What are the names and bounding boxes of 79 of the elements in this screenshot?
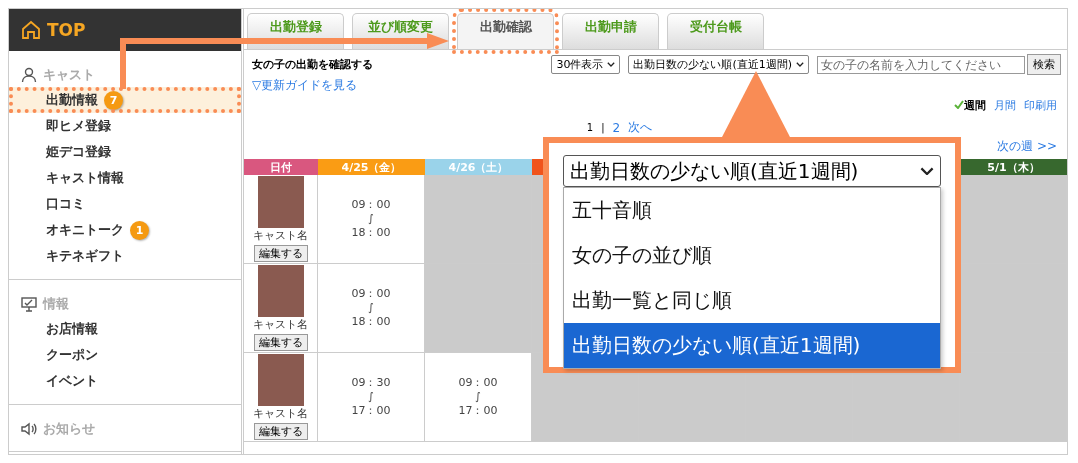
cast-name: キャスト名 <box>253 228 308 243</box>
sidebar-item[interactable]: クーポン <box>9 342 241 368</box>
column-header: 5/1（木） <box>960 159 1067 175</box>
per-page-select[interactable]: 30件表示 <box>551 55 621 74</box>
sidebar-item[interactable]: キテネギフト <box>9 243 241 269</box>
column-header: 4/25（金） <box>318 159 425 175</box>
end-time: 18：00 <box>351 315 391 330</box>
current-page: 1 <box>586 122 594 133</box>
sidebar-item[interactable]: 姫デコ登録 <box>9 139 241 165</box>
section-title: お知らせ <box>43 420 95 438</box>
sort-select[interactable]: 出勤日数の少ない順(直近1週間) <box>628 55 809 74</box>
view-link[interactable]: 印刷用 <box>1024 98 1057 113</box>
guide-link[interactable]: ▽更新ガイドを見る <box>252 77 358 94</box>
panel-title: 女の子の出勤を確認する <box>252 57 374 72</box>
edit-button[interactable]: 編集する <box>253 245 308 262</box>
page-separator: | <box>601 122 605 133</box>
search-field[interactable]: 女の子の名前を入力してください <box>817 55 1025 74</box>
edit-button[interactable]: 編集する <box>253 423 308 440</box>
next-week-link[interactable]: 次の週 >> <box>997 138 1057 155</box>
sidebar-item[interactable]: オキニトーク 1 <box>9 217 241 243</box>
sidebar-item-label: 出勤情報 <box>46 91 98 109</box>
dropdown-option[interactable]: 女の子の並び順 <box>564 233 940 278</box>
section-title: キャスト <box>43 66 95 84</box>
sidebar-item-label: キテネギフト <box>46 247 124 265</box>
home-label: TOP <box>47 20 86 40</box>
page-link[interactable]: 2 <box>612 120 621 135</box>
column-header: 4/26（土） <box>425 159 532 175</box>
dropdown-option[interactable]: 五十音順 <box>564 188 940 233</box>
caret-icon <box>607 62 616 67</box>
sidebar-item-label: 即ヒメ登録 <box>46 117 111 135</box>
search-button[interactable]: 検索 <box>1027 54 1061 75</box>
range-mark: ∫ <box>475 389 481 405</box>
dropdown-option[interactable]: 出勤一覧と同じ順 <box>564 278 940 323</box>
count-badge: 7 <box>104 90 123 110</box>
photo-placeholder <box>257 265 304 317</box>
sidebar-item[interactable]: 即ヒメ登録 <box>9 113 241 139</box>
end-time: 18：00 <box>351 226 391 241</box>
sidebar-item[interactable]: お店情報 <box>9 316 241 342</box>
start-time: 09：30 <box>351 375 391 390</box>
home-link[interactable]: TOP <box>9 9 241 51</box>
caret-icon <box>796 62 804 67</box>
speaker-icon <box>21 421 37 437</box>
end-time: 17：00 <box>458 404 498 419</box>
sidebar-item-label: キャスト情報 <box>46 169 124 187</box>
home-icon <box>21 20 41 40</box>
sidebar-item-label: クーポン <box>46 346 98 364</box>
end-time: 17：00 <box>351 404 391 419</box>
next-page-link[interactable]: 次へ <box>628 119 653 136</box>
sidebar-item-label: イベント <box>46 372 98 390</box>
monitor-icon <box>21 296 37 312</box>
column-header: 日付 <box>244 159 318 175</box>
section-title: 情報 <box>43 295 69 313</box>
caret-icon <box>920 166 934 176</box>
start-time: 09：00 <box>351 197 391 212</box>
view-link[interactable]: 月間 <box>994 98 1016 113</box>
person-icon <box>21 67 37 83</box>
sidebar-item-label: お店情報 <box>46 320 98 338</box>
sidebar-item[interactable]: 出勤情報 7 <box>9 87 241 113</box>
range-mark: ∫ <box>368 300 374 316</box>
sidebar-item[interactable]: イベント <box>9 368 241 394</box>
sort-select[interactable]: 出勤日数の少ない順(直近1週間) <box>563 155 941 187</box>
photo-placeholder <box>257 354 304 406</box>
check-icon <box>954 100 964 109</box>
sidebar-item[interactable]: 口コミ <box>9 191 241 217</box>
start-time: 09：00 <box>351 286 391 301</box>
count-badge: 1 <box>130 220 149 240</box>
edit-button[interactable]: 編集する <box>253 334 308 351</box>
range-mark: ∫ <box>368 389 374 405</box>
view-link[interactable]: 週間 <box>954 98 986 113</box>
sidebar-item-label: オキニトーク <box>46 221 124 239</box>
photo-placeholder <box>257 176 304 228</box>
sidebar-item[interactable]: キャスト情報 <box>9 165 241 191</box>
cast-name: キャスト名 <box>253 317 308 332</box>
range-mark: ∫ <box>368 211 374 227</box>
start-time: 09：00 <box>458 375 498 390</box>
cast-name: キャスト名 <box>253 406 308 421</box>
sidebar-item-label: 姫デコ登録 <box>46 143 111 161</box>
dropdown-option[interactable]: 出勤日数の少ない順(直近1週間) <box>564 323 940 368</box>
sidebar-item-label: 口コミ <box>46 195 85 213</box>
